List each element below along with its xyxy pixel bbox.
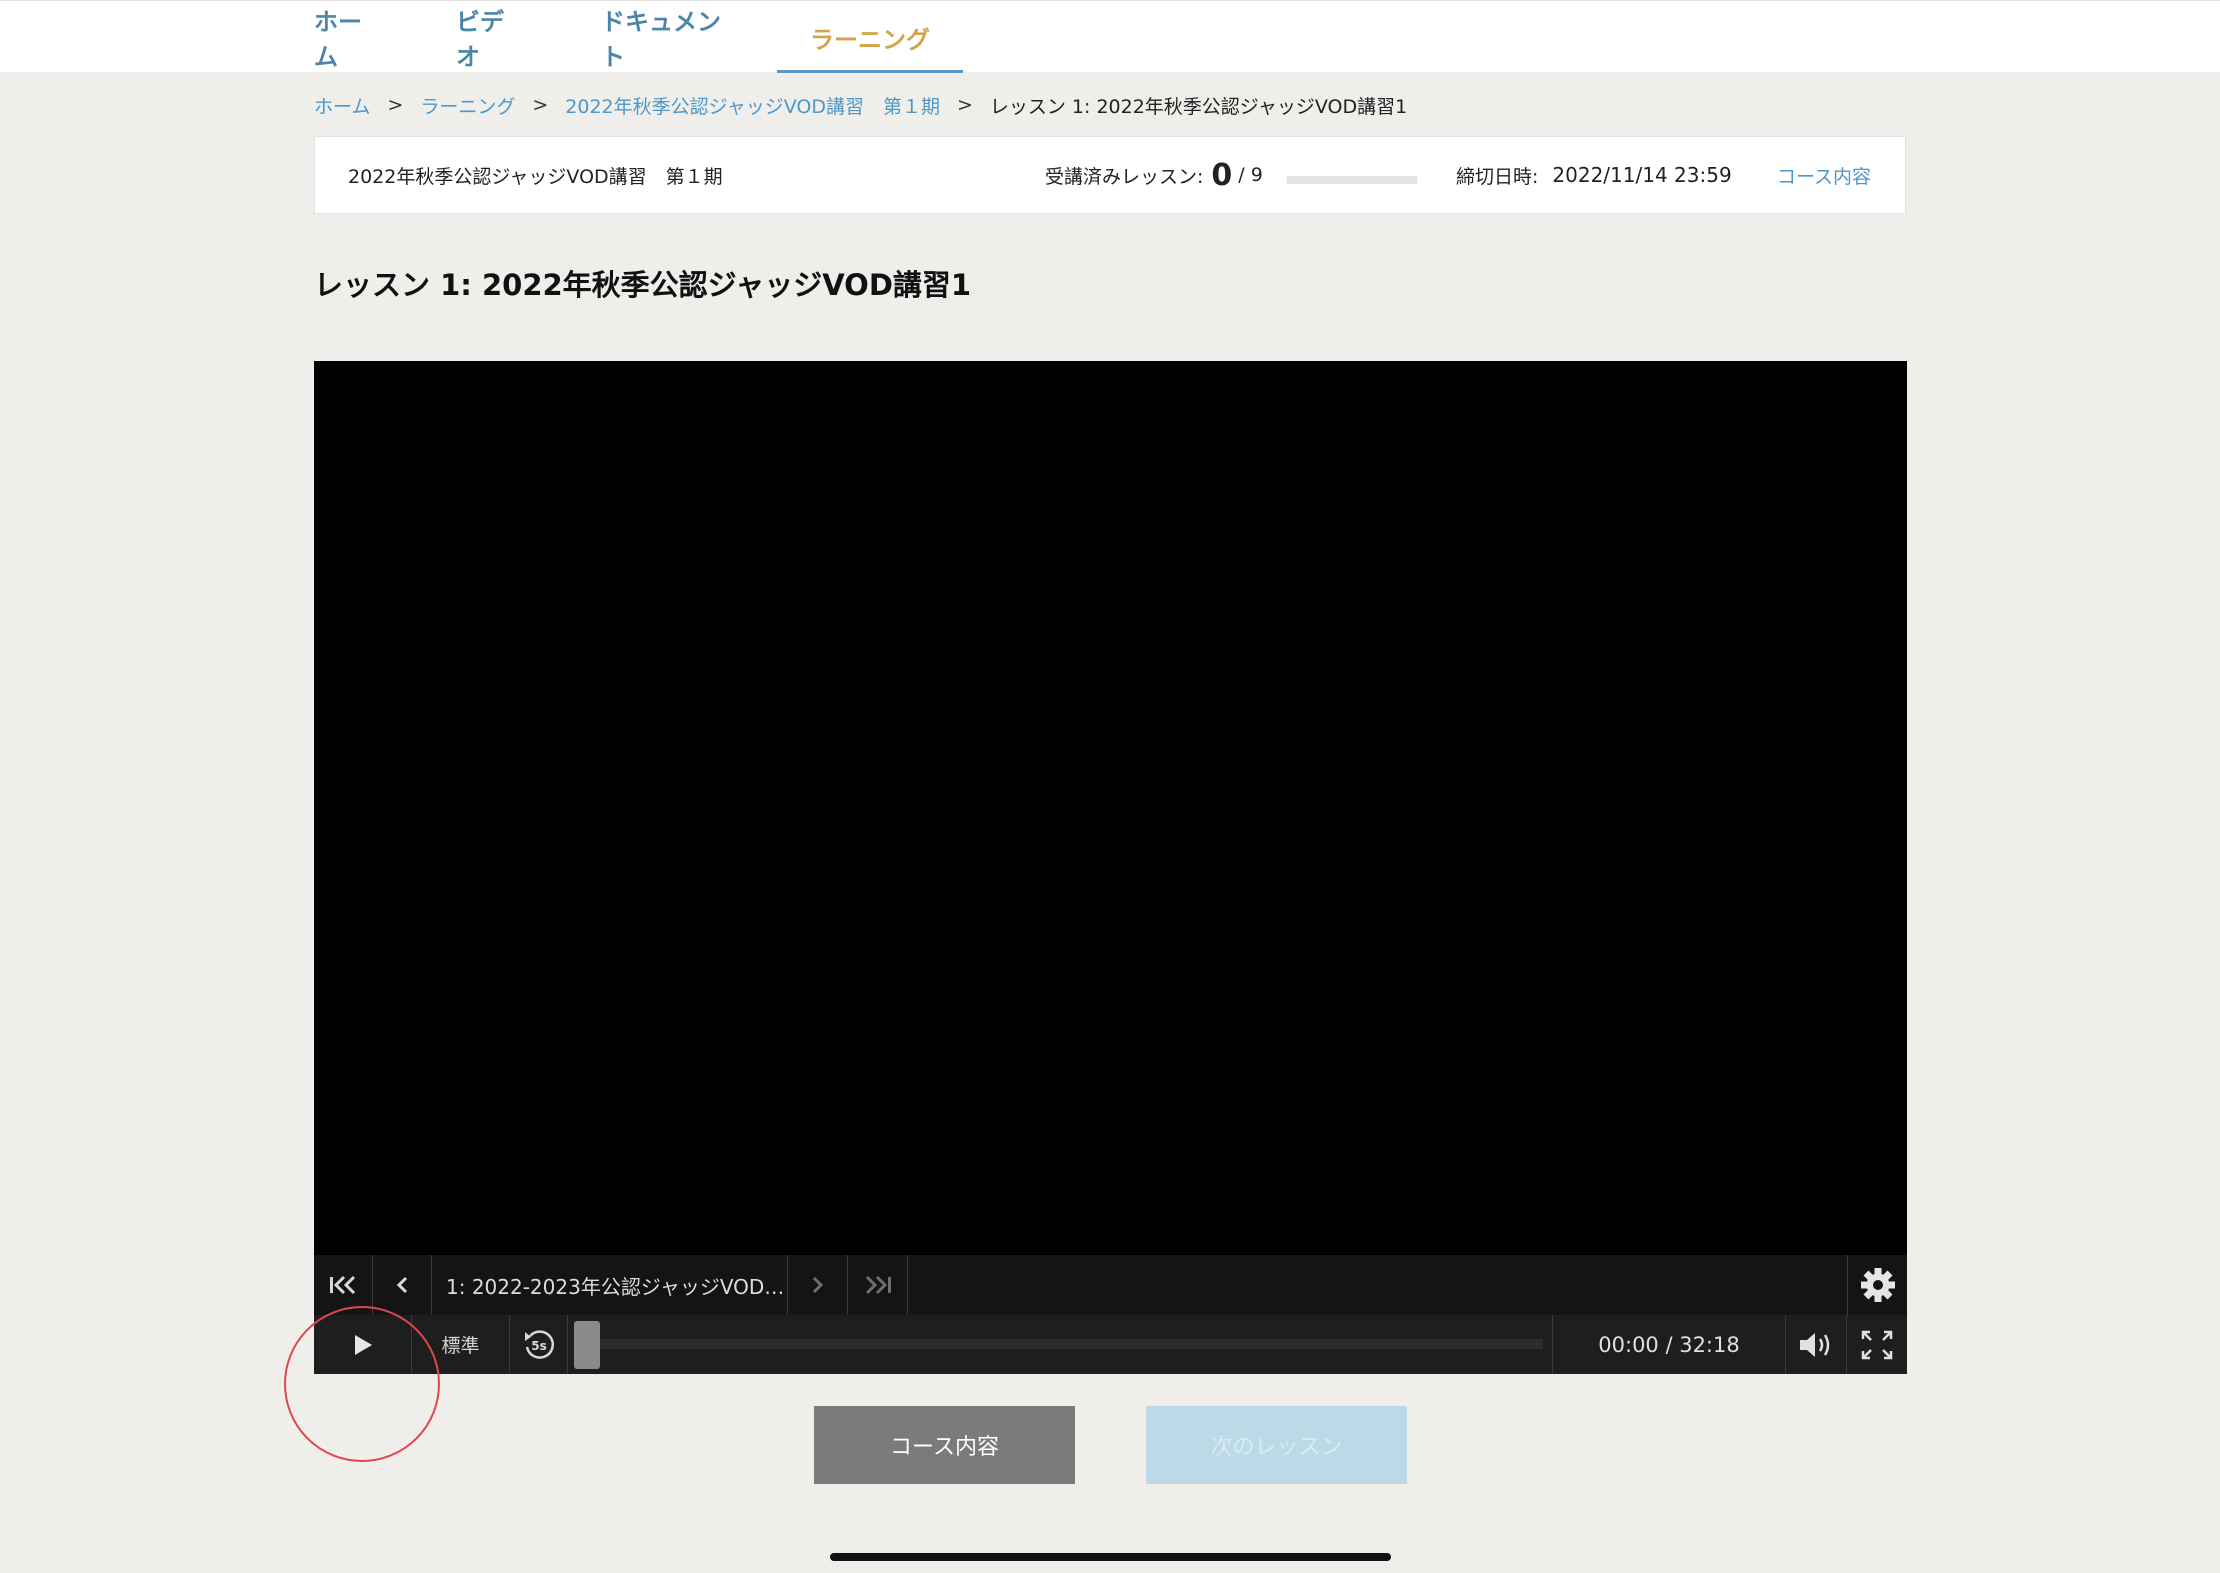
course-contents-button[interactable]: コース内容	[814, 1406, 1075, 1484]
breadcrumb: ホーム > ラーニング > 2022年秋季公認ジャッジVOD講習 第１期 > レ…	[314, 90, 1407, 120]
fullscreen-button[interactable]	[1847, 1315, 1907, 1374]
next-lesson-button[interactable]: 次のレッスン	[1146, 1406, 1407, 1484]
breadcrumb-separator: >	[387, 94, 404, 116]
breadcrumb-learning[interactable]: ラーニング	[420, 92, 515, 119]
playlist-controls: 1: 2022-2023年公認ジャッジVOD…	[314, 1255, 1907, 1315]
seek-bar[interactable]	[568, 1315, 1551, 1374]
tab-documents[interactable]: ドキュメント	[601, 1, 735, 73]
fullscreen-icon	[1861, 1330, 1893, 1359]
deadline: 締切日時: 2022/11/14 23:59	[1456, 137, 1732, 213]
progress-bar	[1287, 176, 1417, 184]
time-display: 00:00 / 32:18	[1552, 1315, 1786, 1374]
course-name: 2022年秋季公認ジャッジVOD講習 第１期	[348, 165, 723, 188]
total-lessons: / 9	[1238, 164, 1263, 186]
tab-video[interactable]: ビデオ	[456, 1, 526, 73]
chevron-right-icon	[812, 1276, 823, 1294]
home-indicator	[830, 1553, 1391, 1561]
play-button[interactable]	[314, 1315, 412, 1374]
tab-learning[interactable]: ラーニング	[777, 1, 963, 73]
rewind-icon: 5s	[524, 1329, 554, 1359]
last-item-button[interactable]	[848, 1255, 908, 1315]
course-info-bar: 2022年秋季公認ジャッジVOD講習 第１期 受講済みレッスン: 0 / 9 締…	[314, 136, 1906, 214]
playlist-item-title[interactable]: 1: 2022-2023年公認ジャッジVOD…	[432, 1255, 788, 1315]
completed-lessons: 受講済みレッスン: 0 / 9	[1045, 137, 1263, 213]
next-item-button[interactable]	[788, 1255, 848, 1315]
previous-item-button[interactable]	[373, 1255, 432, 1315]
rewind-label: 5s	[531, 1339, 547, 1353]
volume-button[interactable]	[1786, 1315, 1847, 1374]
deadline-value: 2022/11/14 23:59	[1552, 163, 1732, 187]
breadcrumb-separator: >	[956, 94, 973, 116]
breadcrumb-current: レッスン 1: 2022年秋季公認ジャッジVOD講習1	[989, 95, 1408, 118]
settings-button[interactable]	[1847, 1255, 1907, 1315]
gear-icon	[1860, 1268, 1895, 1302]
deadline-label: 締切日時:	[1456, 165, 1539, 188]
completed-label: 受講済みレッスン:	[1045, 165, 1204, 188]
rewind-5s-button[interactable]: 5s	[510, 1315, 568, 1374]
lesson-title: レッスン 1: 2022年秋季公認ジャッジVOD講習1	[314, 268, 972, 302]
seek-track	[578, 1339, 1543, 1349]
breadcrumb-separator: >	[532, 94, 549, 116]
skip-to-first-icon	[330, 1275, 356, 1295]
tab-home[interactable]: ホーム	[314, 1, 380, 73]
chevron-left-icon	[396, 1276, 408, 1294]
video-player[interactable]: 1: 2022-2023年公認ジャッジVOD… 標準 5s 00:00 / 32…	[314, 361, 1907, 1374]
skip-to-last-icon	[865, 1275, 891, 1295]
playback-controls: 標準 5s 00:00 / 32:18	[314, 1315, 1907, 1374]
playback-speed: 標準	[441, 1335, 480, 1357]
play-icon	[354, 1334, 372, 1355]
seek-handle[interactable]	[574, 1321, 600, 1369]
top-nav: ホーム ビデオ ドキュメント ラーニング	[0, 0, 2220, 73]
playback-speed-button[interactable]: 標準	[412, 1315, 510, 1374]
completed-count: 0	[1211, 157, 1233, 193]
course-contents-link[interactable]: コース内容	[1777, 137, 1871, 213]
breadcrumb-home[interactable]: ホーム	[314, 92, 370, 119]
breadcrumb-course[interactable]: 2022年秋季公認ジャッジVOD講習 第１期	[565, 92, 940, 119]
first-item-button[interactable]	[314, 1255, 373, 1315]
volume-icon	[1800, 1332, 1830, 1357]
